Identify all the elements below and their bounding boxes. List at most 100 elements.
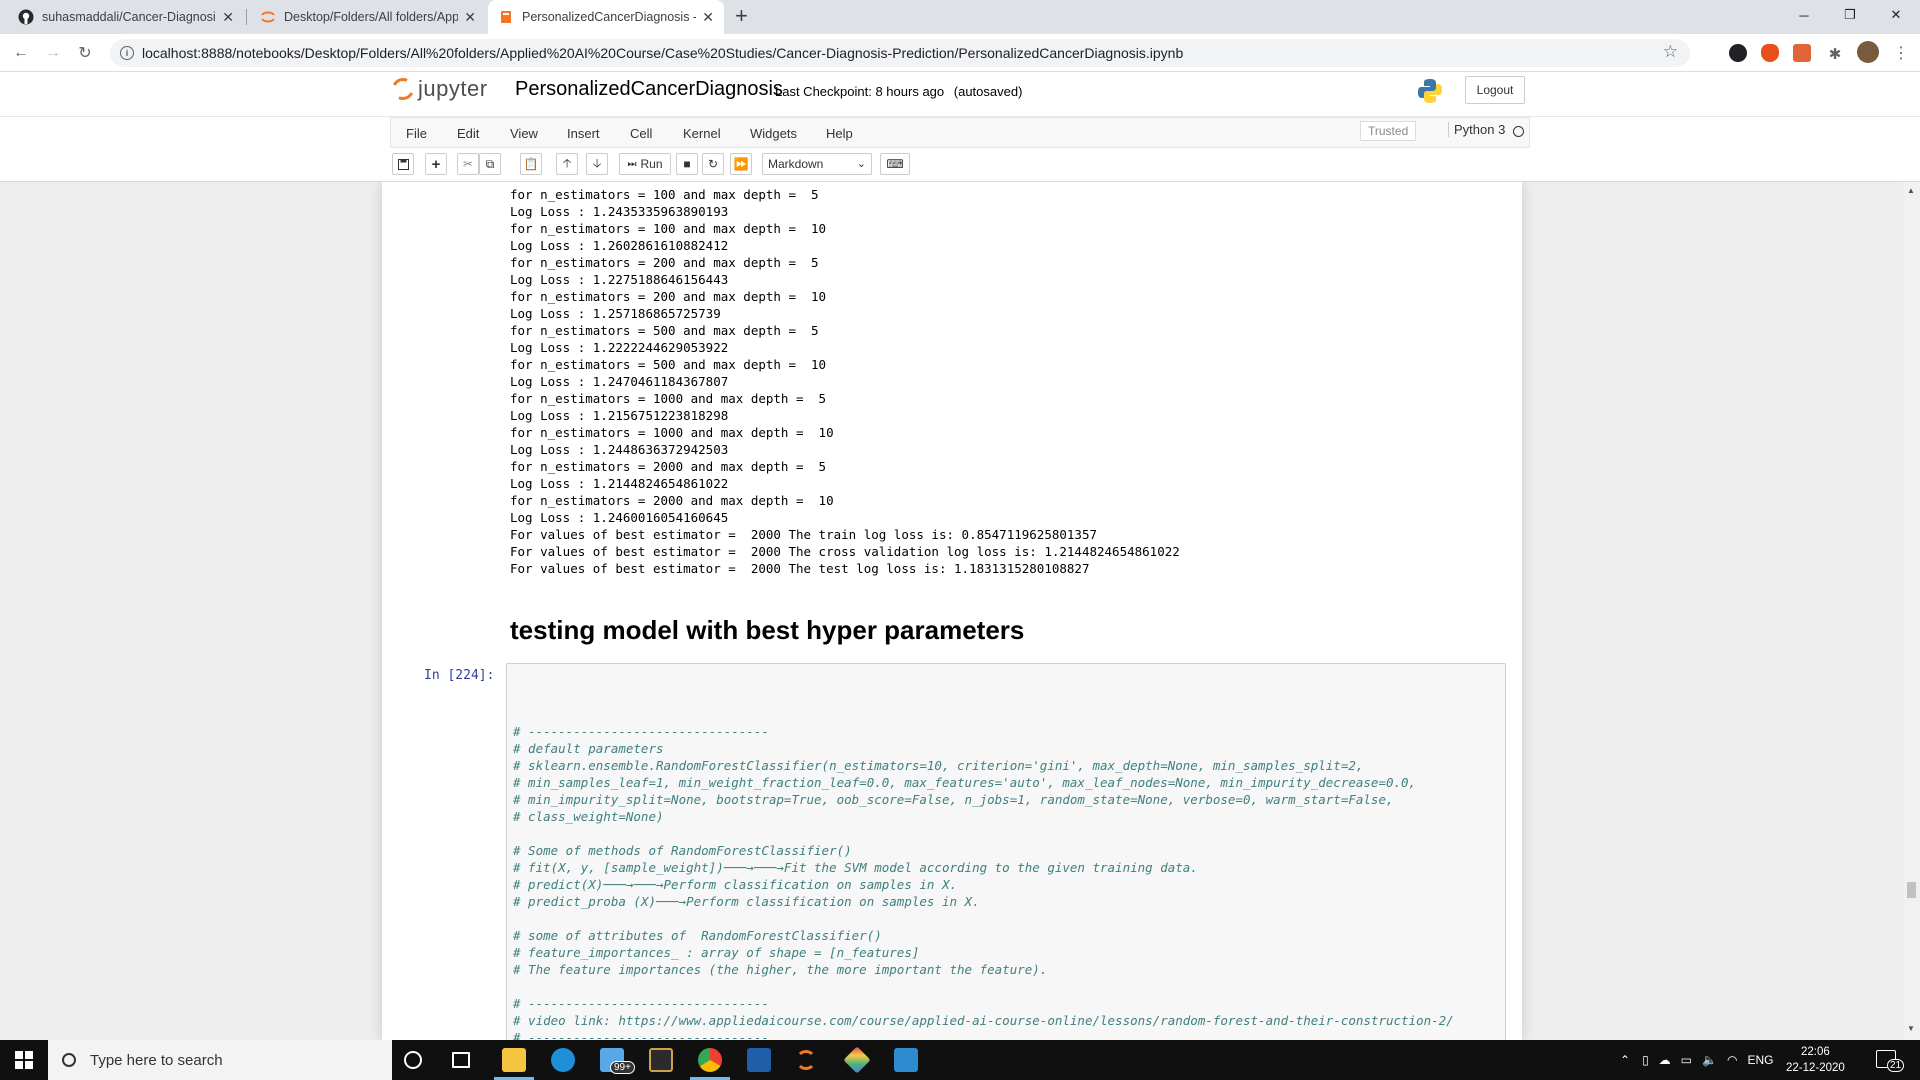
autosave-status: (autosaved)	[953, 84, 1023, 99]
checkpoint-time: 8 hours ago	[875, 84, 945, 99]
code-line: # --------------------------------	[513, 724, 769, 739]
system-clock[interactable]: 22:06 22-12-2020	[1786, 1044, 1845, 1076]
photos-icon[interactable]	[747, 1048, 771, 1072]
browser-tab-notebook[interactable]: PersonalizedCancerDiagnosis - Ju ✕	[488, 0, 724, 34]
task-view-icon[interactable]	[452, 1052, 470, 1068]
paste-icon[interactable]: 📋	[520, 153, 542, 175]
cell-output: for n_estimators = 100 and max depth = 5…	[510, 186, 1180, 577]
menu-kernel[interactable]: Kernel	[683, 126, 721, 141]
extensions-puzzle-icon[interactable]: ✱	[1822, 41, 1848, 67]
close-window-icon[interactable]: ✕	[1873, 0, 1919, 30]
browser-tab-github[interactable]: suhasmaddali/Cancer-Diagnosis- ✕	[8, 0, 244, 34]
app-icon[interactable]	[894, 1048, 918, 1072]
restart-run-all-icon[interactable]: ⏩	[730, 153, 752, 175]
volume-icon[interactable]: 🔈	[1702, 1053, 1717, 1067]
forward-icon[interactable]: →	[40, 40, 66, 66]
menu-view[interactable]: View	[510, 126, 538, 141]
bookmark-star-icon[interactable]: ☆	[1663, 42, 1678, 62]
taskbar-search[interactable]: Type here to search	[48, 1040, 392, 1080]
extension-icon[interactable]	[1761, 44, 1779, 62]
restart-icon[interactable]: ↻	[702, 153, 724, 175]
device-icon[interactable]: ▯	[1642, 1053, 1649, 1067]
cut-icon[interactable]: ✂	[457, 153, 479, 175]
insert-cell-icon[interactable]: +	[425, 153, 447, 175]
wifi-icon[interactable]: ◠	[1727, 1053, 1737, 1067]
code-line: # class_weight=None)	[513, 809, 664, 824]
jupyter-logo-text: jupyter	[418, 76, 488, 101]
markdown-heading[interactable]: testing model with best hyper parameters	[510, 615, 1024, 646]
run-icon: ⏭	[627, 158, 637, 170]
cell-type-select[interactable]: Markdown ⌄	[762, 153, 872, 175]
run-button[interactable]: ⏭ Run	[619, 153, 671, 175]
chevron-up-icon[interactable]: ⌃	[1620, 1053, 1630, 1067]
code-line: # video link: https://www.appliedaicours…	[513, 1013, 1454, 1028]
menu-edit[interactable]: Edit	[457, 126, 479, 141]
code-line: # min_impurity_split=None, bootstrap=Tru…	[513, 792, 1394, 807]
browser-menu-icon[interactable]: ⋮	[1888, 40, 1914, 66]
output-line: Log Loss : 1.2460016054160645	[510, 510, 729, 525]
language-indicator[interactable]: ENG	[1747, 1053, 1773, 1067]
minimize-icon[interactable]: ─	[1781, 0, 1827, 30]
output-line: Log Loss : 1.2435335963890193	[510, 204, 729, 219]
output-line: For values of best estimator = 2000 The …	[510, 544, 1180, 559]
restore-icon[interactable]: ❐	[1827, 0, 1873, 30]
output-line: for n_estimators = 1000 and max depth = …	[510, 425, 834, 440]
extension-icon[interactable]	[1729, 44, 1747, 62]
close-tab-icon[interactable]: ✕	[464, 9, 476, 26]
browser-tab-folders[interactable]: Desktop/Folders/All folders/Appl ✕	[250, 0, 486, 34]
menu-file[interactable]: File	[406, 126, 427, 141]
code-line: # predict(X)───→───→Perform classificati…	[513, 877, 958, 892]
battery-icon[interactable]: ▭	[1681, 1053, 1692, 1067]
close-tab-icon[interactable]: ✕	[222, 9, 234, 26]
code-line: # Some of methods of RandomForestClassif…	[513, 843, 852, 858]
cortana-icon[interactable]	[404, 1051, 422, 1069]
menu-help[interactable]: Help	[826, 126, 853, 141]
scroll-down-icon[interactable]: ▼	[1907, 1024, 1915, 1033]
cell-type-value: Markdown	[768, 157, 824, 171]
code-cell-input[interactable]: # -------------------------------- # defa…	[506, 663, 1506, 1040]
site-info-icon[interactable]: i	[120, 46, 134, 60]
scroll-up-icon[interactable]: ▲	[1907, 186, 1915, 195]
chrome-icon[interactable]	[698, 1048, 722, 1072]
jupyter-icon	[261, 11, 275, 23]
onedrive-icon[interactable]: ☁	[1659, 1053, 1671, 1067]
keyboard-icon[interactable]: ⌨	[880, 153, 910, 175]
windows-start-icon[interactable]	[0, 1040, 48, 1080]
cell-prompt: In [224]:	[424, 668, 495, 683]
notebook-title[interactable]: PersonalizedCancerDiagnosis	[515, 78, 783, 101]
move-down-icon[interactable]: 🡣	[586, 153, 608, 175]
trusted-indicator[interactable]: Trusted	[1360, 121, 1417, 141]
reload-icon[interactable]: ↻	[72, 40, 98, 66]
page-scrollbar[interactable]: ▲ ▼	[1903, 182, 1920, 1040]
jupyter-logo[interactable]: jupyter	[388, 74, 488, 104]
output-line: Log Loss : 1.2602861610882412	[510, 238, 729, 253]
scrollbar-thumb[interactable]	[1907, 882, 1916, 898]
logout-button[interactable]: Logout	[1465, 76, 1525, 104]
menu-cell[interactable]: Cell	[630, 126, 652, 141]
close-tab-icon[interactable]: ✕	[702, 9, 714, 26]
jupyter-app-icon[interactable]	[796, 1050, 816, 1070]
profile-avatar[interactable]	[1857, 41, 1879, 63]
interrupt-icon[interactable]: ■	[676, 153, 698, 175]
edge-icon[interactable]	[551, 1048, 575, 1072]
app-icon[interactable]	[843, 1046, 871, 1074]
code-line: # The feature importances (the higher, t…	[513, 962, 1048, 977]
file-explorer-icon[interactable]	[502, 1048, 526, 1072]
code-line: # predict_proba (X)───→Perform classific…	[513, 894, 980, 909]
output-line: Log Loss : 1.2222244629053922	[510, 340, 729, 355]
store-icon[interactable]	[649, 1048, 673, 1072]
output-line: for n_estimators = 2000 and max depth = …	[510, 493, 834, 508]
jupyter-logo-icon	[388, 74, 418, 104]
extension-icon[interactable]	[1793, 44, 1811, 62]
menu-widgets[interactable]: Widgets	[750, 126, 797, 141]
address-bar[interactable]: i localhost:8888/notebooks/Desktop/Folde…	[110, 39, 1690, 67]
move-up-icon[interactable]: 🡡	[556, 153, 578, 175]
new-tab-icon[interactable]: +	[735, 3, 748, 29]
back-icon[interactable]: ←	[8, 40, 34, 66]
notebook-container: for n_estimators = 100 and max depth = 5…	[382, 182, 1522, 1040]
copy-icon[interactable]: ⧉	[479, 153, 501, 175]
menu-insert[interactable]: Insert	[567, 126, 600, 141]
save-icon[interactable]	[392, 153, 414, 175]
python-logo-icon	[1418, 79, 1442, 103]
